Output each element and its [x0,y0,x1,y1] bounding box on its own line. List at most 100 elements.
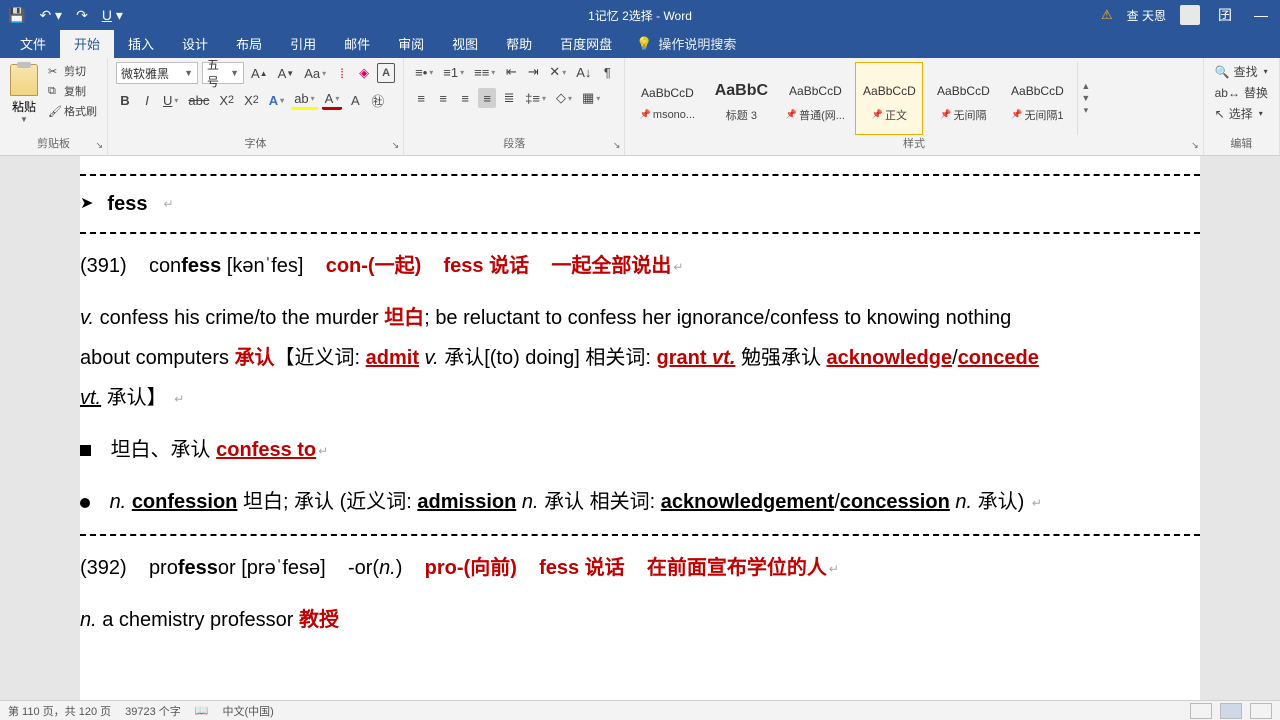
entry-number: (392) [80,557,127,579]
char-shading-icon[interactable]: A [346,90,364,110]
highlight-icon[interactable]: ab▾ [291,90,317,110]
asian-layout-icon[interactable]: ✕▾ [546,62,569,82]
user-name[interactable]: 查 天恩 [1127,7,1166,24]
select-button[interactable]: ↖选择▾ [1212,104,1271,123]
clipboard-dialog-launcher[interactable]: ↘ [95,140,103,151]
tab-references[interactable]: 引用 [276,29,330,58]
word-root: fess [181,255,221,277]
style-heading3[interactable]: AaBbC标题 3 [707,62,775,135]
suffix-note: -or(n.) [348,557,402,579]
chevron-down-icon[interactable]: ▼ [1078,93,1093,103]
tab-design[interactable]: 设计 [168,29,222,58]
styles-dialog-launcher[interactable]: ↘ [1191,140,1199,151]
copy-button[interactable]: ⧉复制 [46,82,99,100]
save-icon[interactable]: 💾 [8,7,25,24]
group-font-label: 字体 [116,135,395,153]
tab-file[interactable]: 文件 [6,29,60,58]
font-size-combo[interactable]: 五号▼ [202,62,244,84]
tab-mailings[interactable]: 邮件 [330,29,384,58]
style-nospacing[interactable]: AaBbCcD📌无间隔 [929,62,997,135]
text-effects-icon[interactable]: A▾ [266,90,287,110]
redo-icon[interactable]: ↷ [76,7,88,24]
word-count[interactable]: 39723 个字 [125,703,181,719]
bullets-icon[interactable]: ≡•▾ [412,62,436,82]
style-normal-web[interactable]: AaBbCcD📌普通(网... [781,62,849,135]
format-painter-button[interactable]: 🖌格式刷 [46,102,99,120]
sort-icon[interactable]: A↓ [573,62,594,82]
change-case-icon[interactable]: Aa▾ [301,63,329,83]
page-indicator[interactable]: 第 110 页，共 120 页 [8,703,111,719]
underline-icon[interactable]: U▾ [160,90,181,110]
avatar[interactable] [1180,5,1200,25]
entry-392-body: n. a chemistry professor 教授 [80,600,1200,640]
paragraph-dialog-launcher[interactable]: ↘ [613,140,621,151]
bullet-confess-to: 坦白、承认 confess to↵ [80,430,1200,470]
style-normal[interactable]: AaBbCcD📌正文 [855,62,923,135]
tab-view[interactable]: 视图 [438,29,492,58]
read-mode-icon[interactable] [1190,703,1212,719]
text: 勉强承认 [735,347,826,369]
grow-font-icon[interactable]: A▲ [248,63,271,83]
group-font: 微软雅黑▼ 五号▼ A▲ A▼ Aa▾ ⁞ ◈ A B I U▾ abc X2 … [108,58,404,155]
pos: v. [80,307,94,329]
justify-icon[interactable]: ≡ [478,88,496,108]
find-button[interactable]: 🔍查找▾ [1212,62,1271,81]
ribbon-tabs: 文件 开始 插入 设计 布局 引用 邮件 审阅 视图 帮助 百度网盘 💡 操作说… [0,30,1280,58]
borders-icon[interactable]: ▦▾ [579,88,603,108]
multilevel-list-icon[interactable]: ≡≡▾ [471,62,498,82]
replace-button[interactable]: ab↔替换 [1212,83,1271,102]
phonetic-guide-icon[interactable]: ⁞ [333,63,351,83]
chevron-up-icon[interactable]: ▲ [1078,81,1093,91]
tab-insert[interactable]: 插入 [114,29,168,58]
font-name-combo[interactable]: 微软雅黑▼ [116,62,198,84]
tab-baidu[interactable]: 百度网盘 [546,29,626,58]
divider [80,174,1200,176]
shrink-font-icon[interactable]: A▼ [275,63,298,83]
numbering-icon[interactable]: ≡1▾ [440,62,467,82]
style-nospacing1[interactable]: AaBbCcD📌无间隔1 [1003,62,1071,135]
underline-qat-icon[interactable]: U ▾ [102,7,123,24]
entry-391-head: (391) confess [kənˈfes] con-(一起) fess 说话… [80,246,1200,286]
show-marks-icon[interactable]: ¶ [598,62,616,82]
cut-button[interactable]: ✂剪切 [46,62,99,80]
shading-icon[interactable]: ◇▾ [553,88,575,108]
superscript-icon[interactable]: X2 [241,90,262,110]
paste-button[interactable]: 粘贴 ▼ [8,62,40,126]
style-msono[interactable]: AaBbCcD📌msono... [633,62,701,135]
align-center-icon[interactable]: ≡ [434,88,452,108]
font-color-icon[interactable]: A▾ [322,90,343,110]
tell-me-search[interactable]: 💡 操作说明搜索 [626,29,746,58]
tab-home[interactable]: 开始 [60,29,114,58]
italic-icon[interactable]: I [138,90,156,110]
language-indicator[interactable]: 中文(中国) [222,703,273,719]
ribbon-options-icon[interactable]: 囝 [1214,5,1236,25]
tab-layout[interactable]: 布局 [222,29,276,58]
subscript-icon[interactable]: X2 [216,90,237,110]
enclose-char-icon[interactable]: ㊓ [368,90,387,110]
align-right-icon[interactable]: ≡ [456,88,474,108]
pos: v. [419,347,439,369]
print-layout-icon[interactable] [1220,703,1242,719]
font-dialog-launcher[interactable]: ↘ [392,140,400,151]
document-area[interactable]: ➤ fess↵ (391) confess [kənˈfes] con-(一起)… [0,156,1280,700]
spelling-icon[interactable]: 📖 [195,704,209,717]
char-border-icon[interactable]: A [377,63,395,83]
styles-expand-icon[interactable]: ▾ [1078,105,1093,116]
tab-review[interactable]: 审阅 [384,29,438,58]
entry-392-head: (392) professor [prəˈfesə] -or(n.) pro-(… [80,548,1200,588]
minimize-icon[interactable]: — [1250,7,1272,23]
tab-help[interactable]: 帮助 [492,29,546,58]
clear-formatting-icon[interactable]: ◈ [355,63,373,83]
styles-gallery-scroll[interactable]: ▲ ▼ ▾ [1077,62,1093,135]
example-text: a chemistry professor [97,609,299,631]
strikethrough-icon[interactable]: abc [185,90,212,110]
warning-icon[interactable]: ⚠ [1101,7,1113,23]
line-spacing-icon[interactable]: ‡≡▾ [522,88,549,108]
decrease-indent-icon[interactable]: ⇤ [502,62,520,82]
bold-icon[interactable]: B [116,90,134,110]
undo-icon[interactable]: ↶ ▾ [39,7,62,24]
distributed-icon[interactable]: ≣ [500,88,518,108]
align-left-icon[interactable]: ≡ [412,88,430,108]
web-layout-icon[interactable] [1250,703,1272,719]
increase-indent-icon[interactable]: ⇥ [524,62,542,82]
